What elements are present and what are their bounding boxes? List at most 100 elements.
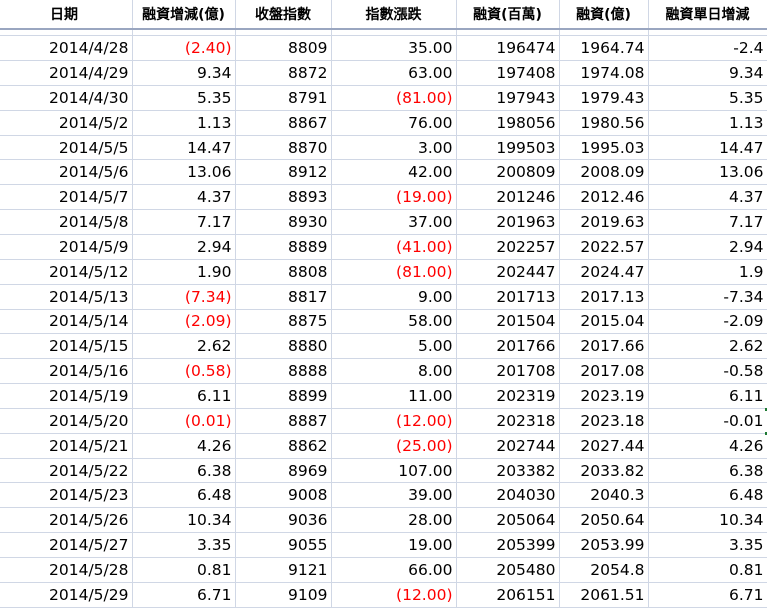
cell-margin-million[interactable]: 206151 bbox=[456, 582, 560, 608]
cell-margin-yi[interactable]: 1995.03 bbox=[559, 135, 649, 161]
cell-margin-yi[interactable]: 2015.04 bbox=[559, 309, 649, 335]
cell-margin-change[interactable]: 14.47 bbox=[132, 135, 236, 161]
cell-margin-yi[interactable]: 2019.63 bbox=[559, 209, 649, 235]
cell-margin-change[interactable]: (0.01) bbox=[132, 408, 236, 434]
cell-close-index[interactable]: 8808 bbox=[235, 259, 332, 285]
cell-margin-daily-change[interactable]: 6.71 bbox=[648, 582, 767, 608]
cell-margin-million[interactable]: 205399 bbox=[456, 532, 560, 558]
cell-close-index[interactable]: 8888 bbox=[235, 358, 332, 385]
cell-close-index[interactable]: 9109 bbox=[235, 582, 332, 608]
cell-index-change[interactable]: (12.00) bbox=[331, 408, 457, 434]
cell-margin-yi[interactable]: 2008.09 bbox=[559, 159, 649, 186]
cell-margin-change[interactable]: 0.81 bbox=[132, 557, 236, 583]
cell-margin-daily-change[interactable]: 10.34 bbox=[648, 507, 767, 534]
cell-margin-change[interactable]: 13.06 bbox=[132, 159, 236, 186]
cell-index-change[interactable]: (19.00) bbox=[331, 184, 457, 211]
cell-close-index[interactable]: 8875 bbox=[235, 309, 332, 335]
header-date[interactable]: 日期 bbox=[0, 0, 133, 30]
cell-close-index[interactable]: 9055 bbox=[235, 532, 332, 558]
cell-close-index[interactable]: 8872 bbox=[235, 60, 332, 86]
cell-close-index[interactable]: 8887 bbox=[235, 408, 332, 434]
cell-date[interactable]: 2014/5/9 bbox=[0, 234, 133, 260]
cell-close-index[interactable]: 8870 bbox=[235, 135, 332, 161]
cell-index-change[interactable]: 58.00 bbox=[331, 309, 457, 335]
header-close-index[interactable]: 收盤指數 bbox=[235, 0, 332, 30]
header-margin-daily-change[interactable]: 融資單日增減 bbox=[648, 0, 767, 30]
cell-close-index[interactable]: 8969 bbox=[235, 458, 332, 484]
cell-margin-change[interactable]: 1.90 bbox=[132, 259, 236, 285]
cell-margin-daily-change[interactable]: 0.81 bbox=[648, 557, 767, 583]
cell-date[interactable]: 2014/5/27 bbox=[0, 532, 133, 558]
cell-index-change[interactable]: (12.00) bbox=[331, 582, 457, 608]
cell-margin-change[interactable]: 4.37 bbox=[132, 184, 236, 211]
cell-margin-million[interactable]: 201708 bbox=[456, 358, 560, 385]
cell-date[interactable]: 2014/4/29 bbox=[0, 60, 133, 86]
cell-index-change[interactable]: 9.00 bbox=[331, 284, 457, 310]
cell-margin-daily-change[interactable]: 13.06 bbox=[648, 159, 767, 186]
cell-margin-yi[interactable]: 2050.64 bbox=[559, 507, 649, 534]
cell-margin-million[interactable]: 201766 bbox=[456, 333, 560, 360]
header-margin-yi[interactable]: 融資(億) bbox=[559, 0, 649, 30]
cell-margin-million[interactable]: 201504 bbox=[456, 309, 560, 335]
cell-margin-change[interactable]: 3.35 bbox=[132, 532, 236, 558]
cell-close-index[interactable]: 8880 bbox=[235, 333, 332, 360]
cell-margin-daily-change[interactable]: -7.34 bbox=[648, 284, 767, 310]
cell-margin-daily-change[interactable]: 3.35 bbox=[648, 532, 767, 558]
cell-margin-yi[interactable]: 2012.46 bbox=[559, 184, 649, 211]
cell-margin-million[interactable]: 205064 bbox=[456, 507, 560, 534]
cell-margin-daily-change[interactable]: 6.48 bbox=[648, 482, 767, 509]
cell-margin-daily-change[interactable]: 4.26 bbox=[648, 433, 767, 459]
cell-margin-change[interactable]: 1.13 bbox=[132, 110, 236, 136]
cell-date[interactable]: 2014/5/15 bbox=[0, 333, 133, 360]
cell-margin-yi[interactable]: 2023.18 bbox=[559, 408, 649, 434]
cell-margin-yi[interactable]: 2053.99 bbox=[559, 532, 649, 558]
cell-index-change[interactable]: 42.00 bbox=[331, 159, 457, 186]
cell-date[interactable]: 2014/5/13 bbox=[0, 284, 133, 310]
cell-margin-change[interactable]: (0.58) bbox=[132, 358, 236, 385]
cell-margin-daily-change[interactable]: 6.11 bbox=[648, 383, 767, 409]
cell-margin-million[interactable]: 204030 bbox=[456, 482, 560, 509]
cell-margin-yi[interactable]: 2017.08 bbox=[559, 358, 649, 385]
cell-index-change[interactable]: 37.00 bbox=[331, 209, 457, 235]
cell-margin-million[interactable]: 198056 bbox=[456, 110, 560, 136]
cell-margin-million[interactable]: 203382 bbox=[456, 458, 560, 484]
cell-margin-daily-change[interactable]: -0.58 bbox=[648, 358, 767, 385]
cell-margin-daily-change[interactable]: 1.13 bbox=[648, 110, 767, 136]
cell-index-change[interactable]: 76.00 bbox=[331, 110, 457, 136]
cell-index-change[interactable]: (25.00) bbox=[331, 433, 457, 459]
cell-margin-daily-change[interactable]: 2.94 bbox=[648, 234, 767, 260]
cell-margin-change[interactable]: 6.11 bbox=[132, 383, 236, 409]
cell-margin-daily-change[interactable]: -0.01 bbox=[648, 408, 767, 434]
cell-margin-million[interactable]: 199503 bbox=[456, 135, 560, 161]
cell-index-change[interactable]: (81.00) bbox=[331, 85, 457, 111]
cell-margin-million[interactable]: 196474 bbox=[456, 35, 560, 62]
cell-date[interactable]: 2014/5/23 bbox=[0, 482, 133, 509]
cell-margin-yi[interactable]: 2022.57 bbox=[559, 234, 649, 260]
cell-margin-million[interactable]: 202447 bbox=[456, 259, 560, 285]
cell-margin-million[interactable]: 202744 bbox=[456, 433, 560, 459]
cell-margin-change[interactable]: 4.26 bbox=[132, 433, 236, 459]
cell-close-index[interactable]: 8889 bbox=[235, 234, 332, 260]
cell-margin-change[interactable]: 2.62 bbox=[132, 333, 236, 360]
cell-margin-yi[interactable]: 2017.13 bbox=[559, 284, 649, 310]
cell-index-change[interactable]: 19.00 bbox=[331, 532, 457, 558]
cell-margin-yi[interactable]: 1980.56 bbox=[559, 110, 649, 136]
cell-margin-million[interactable]: 205480 bbox=[456, 557, 560, 583]
cell-date[interactable]: 2014/5/6 bbox=[0, 159, 133, 186]
cell-margin-million[interactable]: 202257 bbox=[456, 234, 560, 260]
cell-date[interactable]: 2014/5/26 bbox=[0, 507, 133, 534]
cell-margin-yi[interactable]: 2061.51 bbox=[559, 582, 649, 608]
cell-margin-daily-change[interactable]: 5.35 bbox=[648, 85, 767, 111]
cell-margin-change[interactable]: 5.35 bbox=[132, 85, 236, 111]
cell-margin-change[interactable]: 6.38 bbox=[132, 458, 236, 484]
cell-margin-daily-change[interactable]: -2.4 bbox=[648, 35, 767, 62]
cell-margin-yi[interactable]: 2017.66 bbox=[559, 333, 649, 360]
cell-close-index[interactable]: 8912 bbox=[235, 159, 332, 186]
cell-index-change[interactable]: (41.00) bbox=[331, 234, 457, 260]
cell-margin-yi[interactable]: 2033.82 bbox=[559, 458, 649, 484]
cell-margin-change[interactable]: 9.34 bbox=[132, 60, 236, 86]
cell-margin-daily-change[interactable]: 9.34 bbox=[648, 60, 767, 86]
cell-date[interactable]: 2014/5/5 bbox=[0, 135, 133, 161]
cell-margin-million[interactable]: 197408 bbox=[456, 60, 560, 86]
cell-index-change[interactable]: 3.00 bbox=[331, 135, 457, 161]
